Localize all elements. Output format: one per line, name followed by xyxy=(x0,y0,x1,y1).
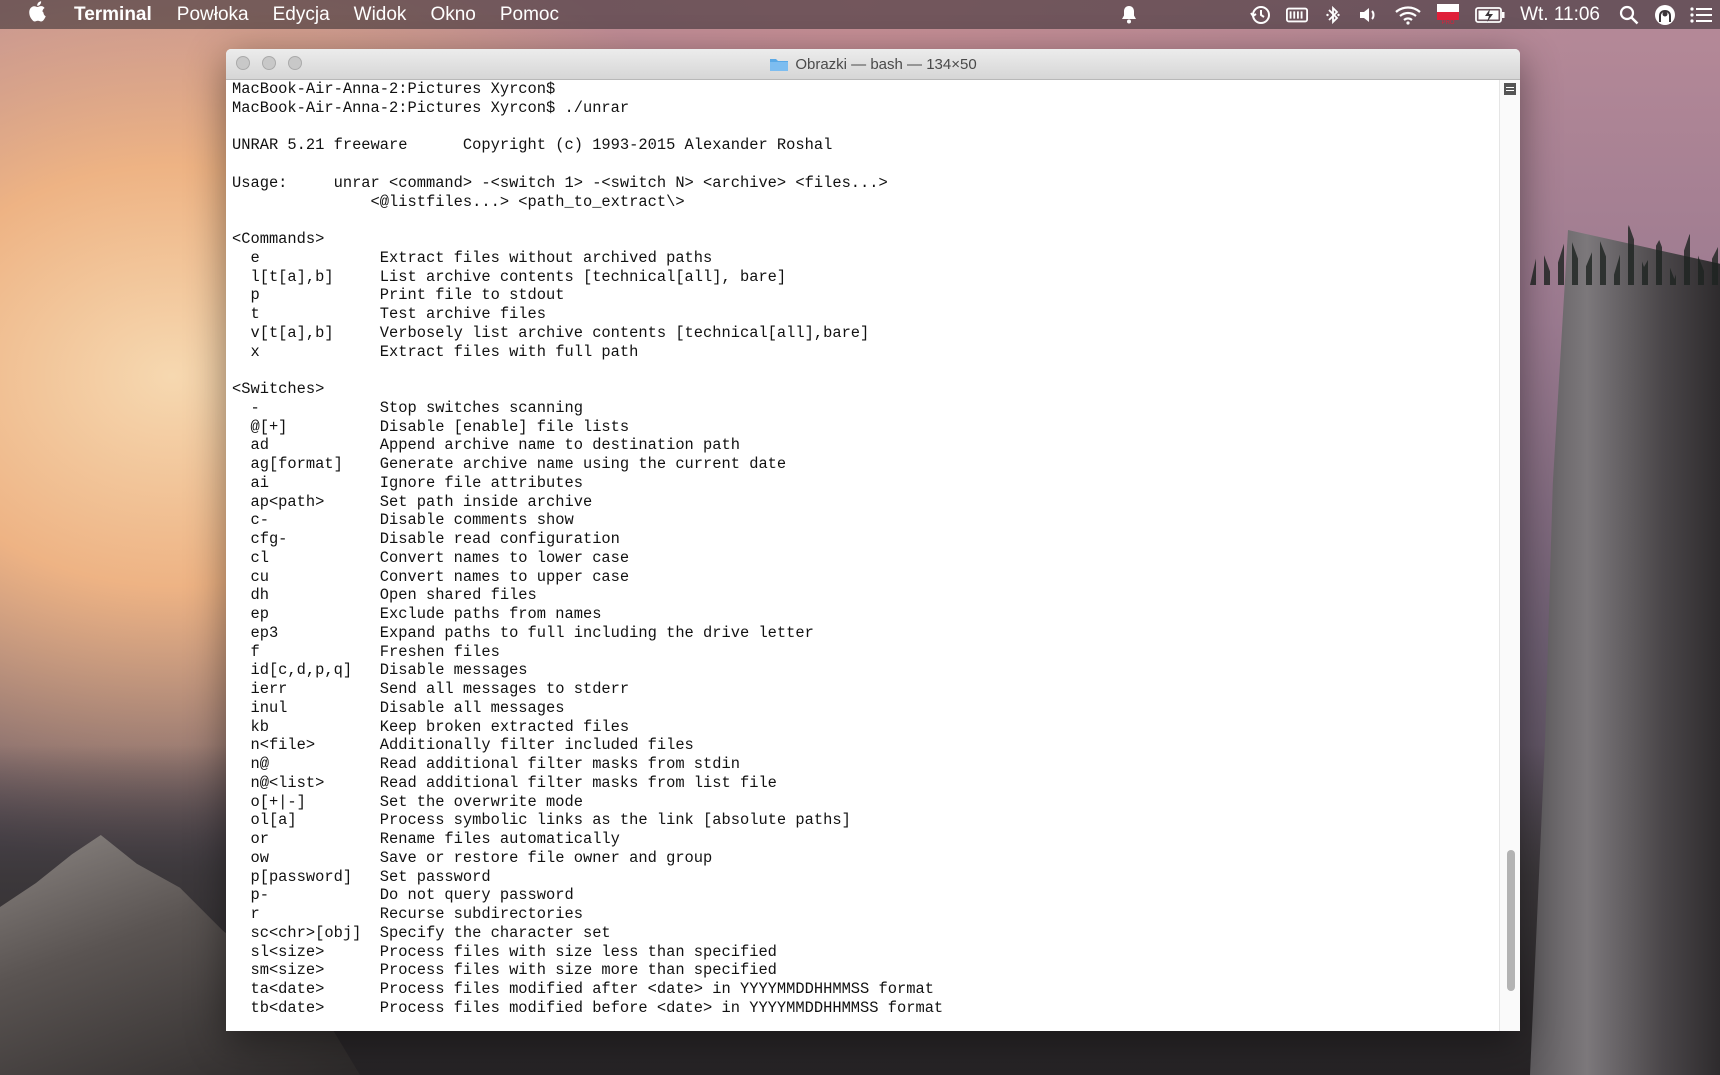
menu-okno[interactable]: Okno xyxy=(430,4,475,26)
apple-menu-icon[interactable] xyxy=(24,0,52,29)
terminal-line: p[password] Set password xyxy=(232,867,491,886)
terminal-line: MacBook-Air-Anna-2:Pictures Xyrcon$ ./un… xyxy=(232,98,630,117)
folder-icon xyxy=(769,57,789,72)
terminal-line: o[+|-] Set the overwrite mode xyxy=(232,792,583,811)
terminal-line: n@<list> Read additional filter masks fr… xyxy=(232,773,777,792)
bell-icon[interactable] xyxy=(1118,4,1140,26)
spotlight-icon[interactable] xyxy=(1618,4,1640,26)
terminal-line: cu Convert names to upper case xyxy=(232,567,630,586)
time-machine-icon[interactable] xyxy=(1250,4,1272,26)
terminal-line: Usage: unrar <command> -<switch 1> -<swi… xyxy=(232,173,888,192)
terminal-line: - Stop switches scanning xyxy=(232,398,583,417)
terminal-line: x Extract files with full path xyxy=(232,342,639,361)
battery-icon[interactable] xyxy=(1474,4,1506,26)
zoom-button[interactable] xyxy=(288,56,302,70)
terminal-line: UNRAR 5.21 freeware Copyright (c) 1993-2… xyxy=(232,136,833,155)
menu-edycja[interactable]: Edycja xyxy=(273,4,330,26)
terminal-line: n<file> Additionally filter included fil… xyxy=(232,736,694,755)
menu-widok[interactable]: Widok xyxy=(354,4,407,26)
split-pane-icon[interactable] xyxy=(1504,83,1516,95)
input-flag-icon[interactable]: PRO xyxy=(1436,3,1460,26)
status-area: PRO Wt. 11:06 xyxy=(1104,0,1720,29)
window-titlebar[interactable]: Obrazki — bash — 134×50 xyxy=(226,49,1520,80)
vertical-scrollbar[interactable] xyxy=(1499,80,1520,1031)
terminal-line: cfg- Disable read configuration xyxy=(232,530,620,548)
menu-bar: Terminal Powłoka Edycja Widok Okno Pomoc… xyxy=(0,0,1720,29)
wifi-icon[interactable] xyxy=(1394,4,1422,26)
flag-top xyxy=(1437,3,1460,12)
terminal-line: kb Keep broken extracted files xyxy=(232,717,630,736)
menubar-clock[interactable]: Wt. 11:06 xyxy=(1520,4,1600,26)
terminal-line: <Commands> xyxy=(232,230,325,248)
terminal-line: ol[a] Process symbolic links as the link… xyxy=(232,811,851,830)
terminal-line: c- Disable comments show xyxy=(232,511,574,530)
minimize-button[interactable] xyxy=(262,56,276,70)
window-controls xyxy=(236,56,314,70)
terminal-line: MacBook-Air-Anna-2:Pictures Xyrcon$ xyxy=(232,80,556,98)
terminal-line: tb<date> Process files modified before <… xyxy=(232,998,944,1017)
terminal-line: ap<path> Set path inside archive xyxy=(232,492,593,511)
menu-powloka[interactable]: Powłoka xyxy=(177,4,249,26)
wallpaper-trees xyxy=(1530,225,1720,285)
terminal-line: p- Do not query password xyxy=(232,886,574,905)
terminal-line: l[t[a],b] List archive contents [technic… xyxy=(232,267,787,286)
terminal-line: ai Ignore file attributes xyxy=(232,473,583,492)
terminal-line: ag[format] Generate archive name using t… xyxy=(232,455,787,473)
terminal-line: <Switches> xyxy=(232,380,325,398)
window-title: Obrazki — bash — 134×50 xyxy=(795,55,977,73)
user-icon[interactable] xyxy=(1654,4,1676,26)
wallpaper-cliff xyxy=(1530,230,1720,1075)
terminal-line: t Test archive files xyxy=(232,305,547,323)
terminal-content[interactable]: MacBook-Air-Anna-2:Pictures Xyrcon$ MacBo… xyxy=(226,80,1520,1031)
terminal-line: ierr Send all messages to stderr xyxy=(232,680,630,698)
terminal-line: id[c,d,p,q] Disable messages xyxy=(232,661,528,680)
terminal-line: sm<size> Process files with size more th… xyxy=(232,961,777,980)
terminal-window: Obrazki — bash — 134×50 MacBook-Air-Anna… xyxy=(226,49,1520,1031)
terminal-line: @[+] Disable [enable] file lists xyxy=(232,417,630,436)
terminal-line: n@ Read additional filter masks from std… xyxy=(232,755,740,773)
terminal-line: ep Exclude paths from names xyxy=(232,605,602,623)
scroll-thumb[interactable] xyxy=(1507,850,1515,991)
terminal-line: r Recurse subdirectories xyxy=(232,905,583,923)
terminal-line: ad Append archive name to destination pa… xyxy=(232,436,740,455)
terminal-output[interactable]: MacBook-Air-Anna-2:Pictures Xyrcon$ MacBo… xyxy=(226,80,1520,1018)
volume-icon[interactable] xyxy=(1358,4,1380,26)
terminal-line: f Freshen files xyxy=(232,642,500,661)
terminal-line: ep3 Expand paths to full including the d… xyxy=(232,623,814,642)
terminal-line: inul Disable all messages xyxy=(232,698,565,717)
terminal-line: ta<date> Process files modified after <d… xyxy=(232,980,934,998)
flag-bottom xyxy=(1437,11,1460,20)
notification-list-icon[interactable] xyxy=(1690,4,1712,26)
terminal-line: v[t[a],b] Verbosely list archive content… xyxy=(232,323,870,342)
terminal-line: <@listfiles...> <path_to_extract\> xyxy=(232,192,685,211)
menu-pomoc[interactable]: Pomoc xyxy=(500,4,559,26)
terminal-line: cl Convert names to lower case xyxy=(232,548,630,567)
close-button[interactable] xyxy=(236,56,250,70)
terminal-line: ow Save or restore file owner and group xyxy=(232,848,713,867)
terminal-line: or Rename files automatically xyxy=(232,830,620,848)
flag-badge: PRO xyxy=(1441,19,1455,26)
terminal-line: sc<chr>[obj] Specify the character set xyxy=(232,923,611,942)
battery-meter-icon[interactable] xyxy=(1286,4,1309,26)
terminal-line: sl<size> Process files with size less th… xyxy=(232,942,777,961)
window-title-group: Obrazki — bash — 134×50 xyxy=(769,55,977,73)
terminal-line: e Extract files without archived paths xyxy=(232,248,713,267)
terminal-line: p Print file to stdout xyxy=(232,286,565,305)
terminal-line: dh Open shared files xyxy=(232,586,537,605)
bluetooth-icon[interactable] xyxy=(1322,4,1344,26)
menu-app-name[interactable]: Terminal xyxy=(74,4,152,26)
